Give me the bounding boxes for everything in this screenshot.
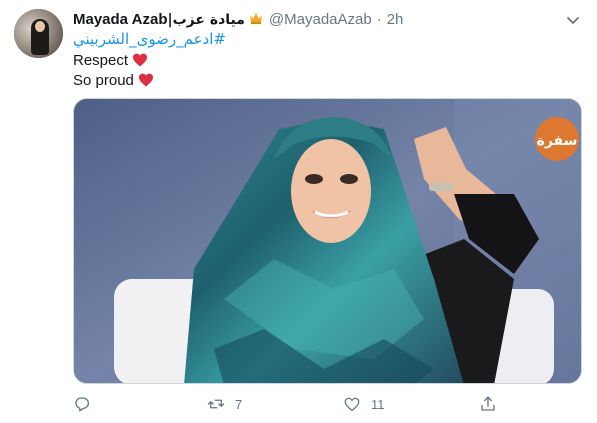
like-count: 11 [371,396,385,412]
text-line-1: Respect [73,50,573,70]
tweet-timestamp[interactable]: 2h [387,10,404,30]
like-button[interactable]: 11 [343,392,385,416]
separator-dot: · [376,11,382,28]
more-options-button[interactable] [562,10,584,32]
retweet-icon [207,399,225,409]
tweet[interactable]: Mayada Azab |ميادة عزب @MayadaAzab · 2h … [0,0,597,423]
avatar-face [35,21,45,32]
reply-icon [75,397,90,412]
author-handle[interactable]: @MayadaAzab [269,10,372,30]
text-respect: Respect [73,51,129,69]
author-name[interactable]: Mayada Azab [73,10,167,30]
tweet-actions: 7 11 [73,392,503,416]
like-heart-icon [344,397,360,412]
crown-icon [249,10,263,30]
tweet-header: Mayada Azab |ميادة عزب @MayadaAzab · 2h [73,10,403,30]
heart-icon [138,72,154,88]
retweet-count: 7 [235,396,243,412]
hashtag-link[interactable]: #ادعم_رضوى_الشربيني [73,30,573,50]
avatar[interactable] [14,9,63,58]
text-line-2: So proud [73,70,573,90]
heart-icon [132,52,148,68]
channel-logo-text: سفرة [537,133,578,149]
author-name-arabic[interactable]: |ميادة عزب [167,10,244,30]
retweet-button[interactable]: 7 [207,392,242,416]
chevron-down-icon [567,17,579,24]
text-so-proud: So proud [73,71,134,89]
tweet-text: #ادعم_رضوى_الشربيني Respect So proud [73,30,573,90]
share-icon [481,396,495,411]
reply-button[interactable] [73,392,101,416]
media-photo: سفرة [74,99,581,383]
share-button[interactable] [479,392,497,416]
tweet-media-image[interactable]: سفرة [73,98,582,384]
